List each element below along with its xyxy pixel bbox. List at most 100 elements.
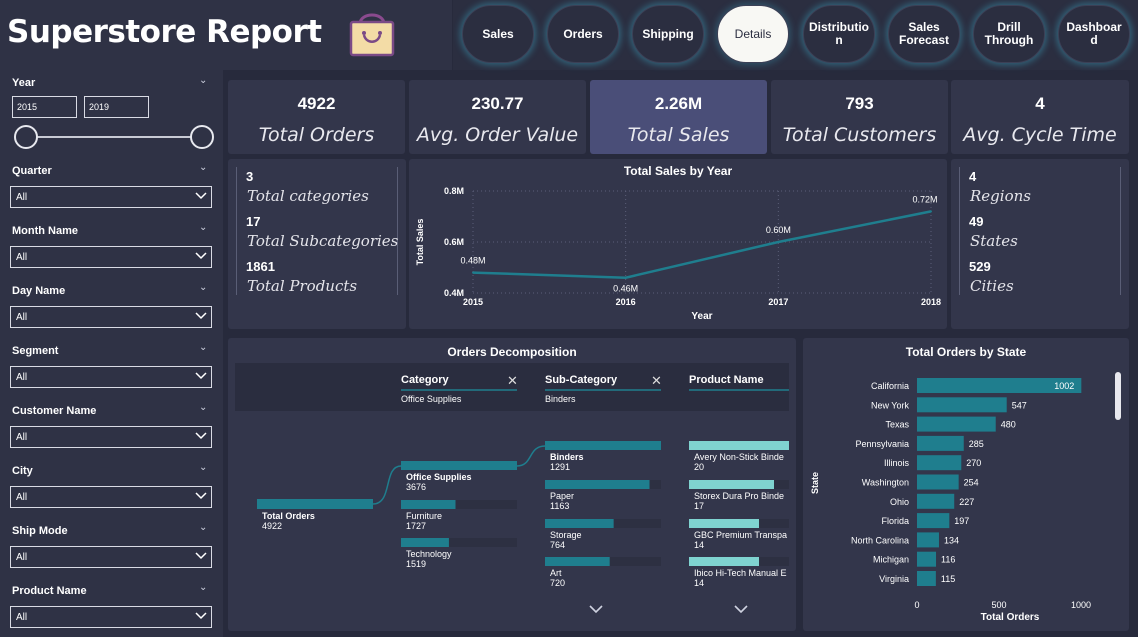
sales-line <box>472 210 932 279</box>
chevron-down-icon[interactable]: ⌄ <box>199 162 207 173</box>
customer-name-dropdown[interactable]: All <box>10 426 212 448</box>
orders-decomposition-tree: Orders Decomposition Category ✕ Office Sup… <box>228 338 796 631</box>
year-from-input[interactable]: 2015 <box>12 96 77 118</box>
month-name-filter-label: Month Name <box>12 225 78 237</box>
tree-connector <box>516 445 546 467</box>
bar-value-label: 285 <box>969 439 984 449</box>
month-name-dropdown[interactable]: All <box>10 246 212 268</box>
chevron-down-icon[interactable]: ⌄ <box>199 75 207 86</box>
bar <box>917 416 996 432</box>
chevron-down-icon[interactable]: ⌄ <box>199 462 207 473</box>
node-bar[interactable] <box>689 519 759 528</box>
chevron-down-icon[interactable]: ⌄ <box>199 342 207 353</box>
nav-button-distributio-n[interactable]: Distributio n <box>803 5 875 63</box>
nav-button-details[interactable]: Details <box>717 5 789 63</box>
nav-button-sales-forecast[interactable]: Sales Forecast <box>888 5 960 63</box>
scrollbar-thumb[interactable] <box>1115 372 1121 420</box>
node-label[interactable]: Technology <box>406 549 452 559</box>
kpi-card-total-sales: 2.26M Total Sales <box>590 80 767 154</box>
node-bar[interactable] <box>545 480 650 489</box>
node-label[interactable]: Storage <box>550 530 582 540</box>
year-slider-start-handle[interactable] <box>14 125 38 149</box>
node-label[interactable]: Ibico Hi-Tech Manual E <box>694 568 787 578</box>
level-filter-value: Binders <box>545 394 576 404</box>
chevron-down-icon[interactable]: ⌄ <box>199 222 207 233</box>
node-bar[interactable] <box>689 557 759 566</box>
quarter-dropdown[interactable]: All <box>10 186 212 208</box>
node-value: 1291 <box>550 462 571 472</box>
nav-button-shipping[interactable]: Shipping <box>632 5 704 63</box>
kpi-label: Total Sales <box>627 124 730 146</box>
year-slider-track[interactable] <box>24 136 202 138</box>
line-chart-plot: 2015 2016 2017 2018 0.4M 0.6M 0.8M 0.48M 0.46M 0.… <box>415 186 941 322</box>
year-slider-end-handle[interactable] <box>190 125 214 149</box>
node-bar[interactable] <box>401 461 517 470</box>
node-label[interactable]: Art <box>550 568 562 578</box>
segment-dropdown[interactable]: All <box>10 366 212 388</box>
bar <box>917 571 936 586</box>
bar <box>917 455 962 471</box>
nav-button-orders[interactable]: Orders <box>547 5 619 63</box>
info-label: Regions <box>970 187 1031 205</box>
chevron-down-icon[interactable]: ⌄ <box>199 402 207 413</box>
ship-mode-dropdown[interactable]: All <box>10 546 212 568</box>
day-name-dropdown[interactable]: All <box>10 306 212 328</box>
node-label[interactable]: Office Supplies <box>406 472 472 482</box>
node-bar[interactable] <box>401 500 456 509</box>
kpi-card-total-customers: 793 Total Customers <box>771 80 948 154</box>
node-label[interactable]: Avery Non-Stick Binde <box>694 452 784 462</box>
chevron-down-icon <box>195 310 207 320</box>
category-label: Pennsylvania <box>855 439 909 449</box>
node-label[interactable]: Storex Dura Pro Binde <box>694 491 784 501</box>
data-point <box>472 271 474 274</box>
node-value: 14 <box>694 540 705 550</box>
node-bar[interactable] <box>401 538 449 547</box>
node-bar[interactable] <box>545 557 610 566</box>
bar-value-label: 270 <box>966 458 981 468</box>
close-icon[interactable]: ✕ <box>507 373 518 389</box>
node-label[interactable]: Furniture <box>406 511 442 521</box>
node-bar[interactable] <box>545 519 614 528</box>
sales-by-year-chart: Total Sales by Year 2015 2016 2017 2018 0.4M… <box>409 159 947 329</box>
year-filter-label: Year <box>12 77 36 89</box>
node-value: 14 <box>694 578 705 588</box>
chevron-down-icon[interactable] <box>734 601 748 619</box>
data-point <box>930 210 932 213</box>
chevron-down-icon[interactable] <box>589 601 603 619</box>
city-dropdown[interactable]: All <box>10 486 212 508</box>
x-axis-label: Year <box>691 311 712 322</box>
chevron-down-icon[interactable]: ⌄ <box>199 522 207 533</box>
nav-button-drill-through[interactable]: Drill Through <box>973 5 1045 63</box>
nav-button-sales[interactable]: Sales <box>462 5 534 63</box>
bar <box>917 551 937 567</box>
kpi-label: Total Customers <box>782 124 937 146</box>
node-label[interactable]: GBC Premium Transpa <box>694 530 787 540</box>
tree-connector <box>372 465 402 505</box>
kpi-label: Avg. Order Value <box>416 124 579 146</box>
node-bar[interactable] <box>689 480 774 489</box>
app-title: Superstore Report <box>7 14 322 50</box>
kpi-card-avg-cycle-time: 4 Avg. Cycle Time <box>951 80 1129 154</box>
nav-button-dashboar-d[interactable]: Dashboar d <box>1058 5 1130 63</box>
node-label[interactable]: Binders <box>550 452 584 462</box>
node-bar[interactable] <box>689 441 789 450</box>
node-bar[interactable] <box>545 441 661 450</box>
product-name-dropdown[interactable]: All <box>10 606 212 628</box>
info-label: Total categories <box>247 187 369 205</box>
chevron-down-icon[interactable]: ⌄ <box>199 582 207 593</box>
category-label: California <box>871 381 909 391</box>
node-label[interactable]: Paper <box>550 491 574 501</box>
bar-value-label: 197 <box>954 516 969 526</box>
chevron-down-icon[interactable]: ⌄ <box>199 282 207 293</box>
node-value: 1519 <box>406 559 427 569</box>
chevron-down-icon <box>195 250 207 260</box>
level-header: Sub-Category <box>545 374 618 386</box>
year-to-input[interactable]: 2019 <box>84 96 149 118</box>
x-axis-label: Total Orders <box>981 612 1040 623</box>
y-tick-label: 0.6M <box>444 237 464 247</box>
close-icon[interactable]: ✕ <box>651 373 662 389</box>
node-value: 17 <box>694 501 705 511</box>
bar-value-label: 134 <box>944 535 959 545</box>
bar-value-label: 547 <box>1012 400 1027 410</box>
y-tick-label: 0.8M <box>444 186 464 196</box>
